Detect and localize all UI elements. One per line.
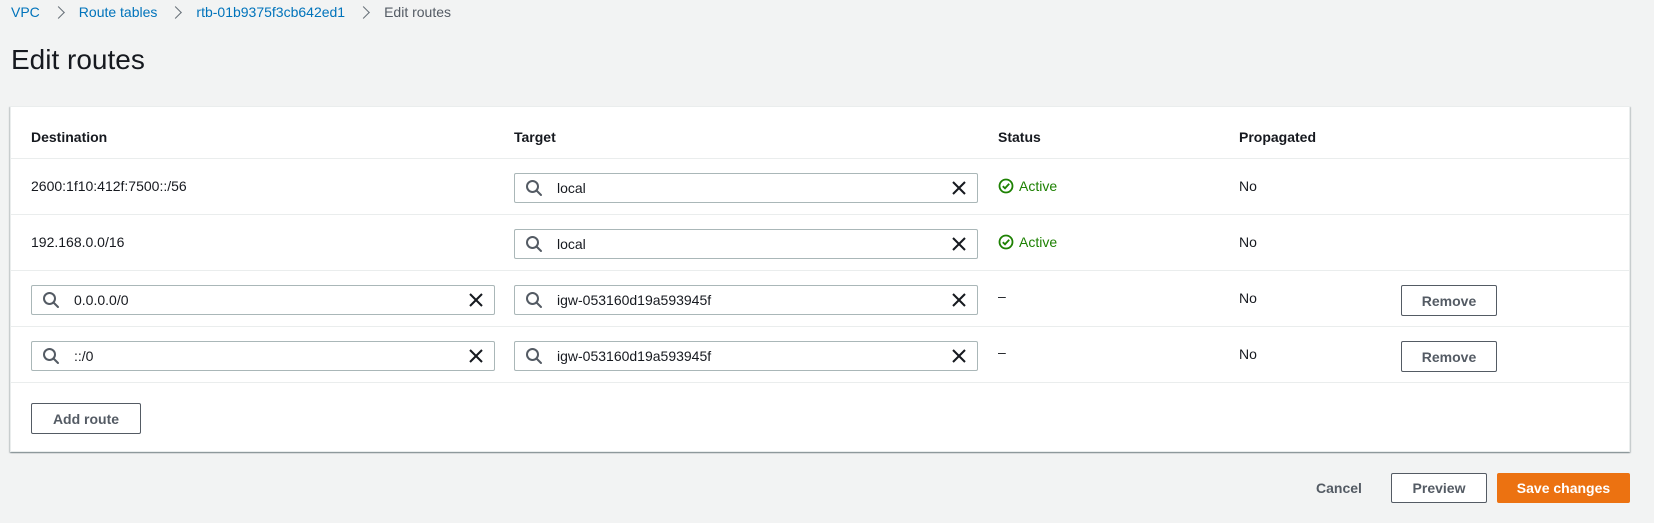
search-icon: [526, 348, 542, 364]
close-icon[interactable]: [951, 348, 967, 364]
column-header-propagated: Propagated: [1239, 129, 1317, 145]
destination-value: 0.0.0.0/0: [74, 292, 129, 308]
target-value: local: [557, 236, 586, 252]
destination-input[interactable]: 0.0.0.0/0: [31, 285, 495, 315]
propagated-text: No: [1239, 346, 1257, 362]
status-text: –: [998, 344, 1006, 360]
status-text: Active: [1019, 234, 1058, 250]
preview-button[interactable]: Preview: [1391, 473, 1487, 503]
table-row: ::/0 igw-053160d19a593945f – No Remove: [11, 327, 1629, 383]
search-icon: [526, 236, 542, 252]
search-icon: [43, 292, 59, 308]
chevron-right-icon: [169, 5, 183, 19]
chevron-right-icon: [357, 5, 370, 19]
table-header: Destination Target Status Propagated: [11, 107, 1629, 159]
close-icon[interactable]: [468, 348, 484, 364]
target-value: igw-053160d19a593945f: [557, 292, 712, 308]
table-row: 2600:1f10:412f:7500::/56 local Active No: [11, 159, 1629, 215]
column-header-status: Status: [998, 129, 1041, 145]
breadcrumb-vpc[interactable]: VPC: [11, 4, 40, 20]
check-circle-icon: [998, 178, 1014, 194]
column-header-target: Target: [514, 129, 556, 145]
propagated-text: No: [1239, 234, 1257, 250]
breadcrumb: VPC Route tables rtb-01b9375f3cb642ed1 E…: [11, 3, 451, 21]
table-row: 0.0.0.0/0 igw-053160d19a593945f – No Rem…: [11, 271, 1629, 327]
breadcrumb-route-table-id[interactable]: rtb-01b9375f3cb642ed1: [196, 4, 345, 20]
search-icon: [43, 348, 59, 364]
status-text: Active: [1019, 178, 1058, 194]
status-badge: Active: [998, 234, 1057, 250]
close-icon[interactable]: [951, 180, 967, 196]
search-icon: [526, 180, 542, 196]
target-input[interactable]: local: [514, 229, 978, 259]
target-input[interactable]: igw-053160d19a593945f: [514, 341, 978, 371]
target-value: igw-053160d19a593945f: [557, 348, 712, 364]
target-value: local: [557, 180, 586, 196]
remove-button[interactable]: Remove: [1401, 285, 1497, 316]
status-text: –: [998, 288, 1006, 304]
target-input[interactable]: igw-053160d19a593945f: [514, 285, 978, 315]
destination-text: 2600:1f10:412f:7500::/56: [31, 178, 187, 194]
breadcrumb-current: Edit routes: [384, 4, 452, 20]
target-input[interactable]: local: [514, 173, 978, 203]
column-header-destination: Destination: [31, 129, 108, 145]
routes-panel: Destination Target Status Propagated 260…: [10, 106, 1630, 452]
close-icon[interactable]: [951, 292, 967, 308]
remove-button[interactable]: Remove: [1401, 341, 1497, 372]
breadcrumb-route-tables[interactable]: Route tables: [79, 4, 158, 20]
close-icon[interactable]: [468, 292, 484, 308]
destination-text: 192.168.0.0/16: [31, 234, 125, 250]
propagated-text: No: [1239, 178, 1257, 194]
search-icon: [526, 292, 542, 308]
add-route-button[interactable]: Add route: [31, 403, 141, 434]
status-badge: Active: [998, 178, 1057, 194]
close-icon[interactable]: [951, 236, 967, 252]
destination-input[interactable]: ::/0: [31, 341, 495, 371]
cancel-button[interactable]: Cancel: [1298, 473, 1380, 503]
chevron-right-icon: [51, 5, 65, 19]
destination-value: ::/0: [74, 348, 94, 364]
check-circle-icon: [998, 234, 1014, 250]
page-title: Edit routes: [11, 44, 145, 75]
table-row: 192.168.0.0/16 local Active No: [11, 215, 1629, 271]
propagated-text: No: [1239, 290, 1257, 306]
save-changes-button[interactable]: Save changes: [1497, 473, 1630, 503]
